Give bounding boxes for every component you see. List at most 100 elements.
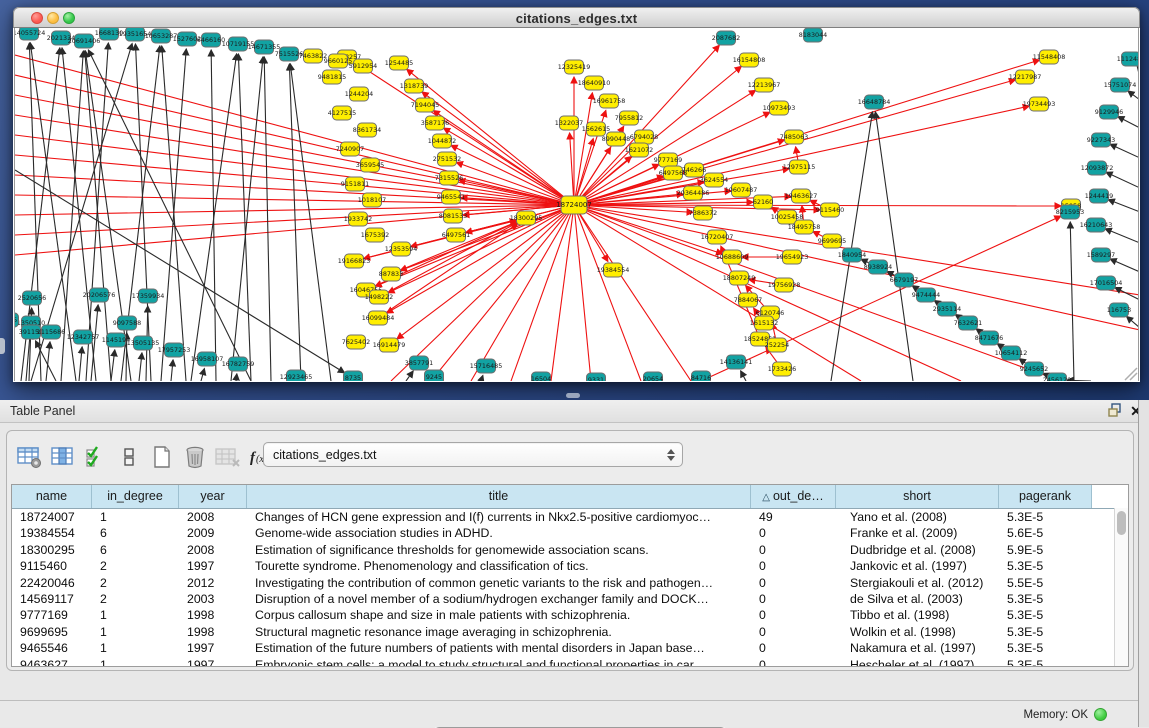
table-cell[interactable]: Embryonic stem cells: a model to study s… <box>247 657 751 667</box>
table-cell[interactable]: Estimation of significance thresholds fo… <box>247 542 751 558</box>
graph-edge[interactable] <box>1118 117 1139 128</box>
graph-node[interactable]: 18724007 <box>556 196 592 214</box>
table-cell[interactable]: 2 <box>92 591 179 607</box>
network-window-titlebar[interactable]: citations_edges.txt <box>13 7 1140 28</box>
table-cell[interactable]: 19384554 <box>12 525 92 541</box>
graph-edge[interactable] <box>397 205 574 339</box>
graph-node[interactable]: 15751074 <box>1104 78 1137 92</box>
table-cell[interactable]: 5.3E-5 <box>999 640 1092 656</box>
table-cell[interactable]: 0 <box>751 657 836 667</box>
graph-node[interactable]: 1675392 <box>361 228 389 242</box>
graph-node[interactable]: 7240907 <box>336 142 364 156</box>
graph-node[interactable]: 9245 <box>425 370 444 381</box>
table-cell[interactable]: Wolkin et al. (1998) <box>836 624 999 640</box>
table-cell[interactable]: 5.3E-5 <box>999 591 1092 607</box>
table-cell[interactable]: 1997 <box>179 640 247 656</box>
table-cell[interactable]: 2009 <box>179 525 247 541</box>
graph-node[interactable]: 9115460 <box>816 203 844 217</box>
graph-node[interactable]: 18640910 <box>578 76 611 90</box>
graph-edge[interactable] <box>1128 91 1139 100</box>
graph-node[interactable]: 7632621 <box>954 316 982 330</box>
float-panel-icon[interactable] <box>1106 403 1124 420</box>
graph-node[interactable]: 16958107 <box>191 352 224 366</box>
graph-node[interactable]: 18807249 <box>723 271 756 285</box>
graph-node[interactable]: 8471676 <box>975 331 1003 345</box>
graph-node[interactable]: 9331 <box>587 373 606 381</box>
select-attributes-button[interactable] <box>81 443 111 473</box>
table-cell[interactable]: Disruption of a novel member of a sodium… <box>247 591 751 607</box>
table-cell[interactable]: 6 <box>92 542 179 558</box>
graph-edge[interactable] <box>201 369 204 381</box>
graph-node[interactable]: 2751532 <box>433 152 461 166</box>
graph-edge[interactable] <box>171 360 173 381</box>
graph-node[interactable]: 2456120 <box>1043 373 1071 381</box>
graph-node[interactable]: 15716485 <box>470 359 503 373</box>
column-header-year[interactable]: year <box>179 485 247 508</box>
table-cell[interactable]: 5.3E-5 <box>999 607 1092 623</box>
table-cell[interactable]: 0 <box>751 607 836 623</box>
graph-node[interactable]: 1621072 <box>625 143 653 157</box>
graph-edge[interactable] <box>741 371 746 381</box>
graph-edge[interactable] <box>1110 259 1139 272</box>
graph-node[interactable]: 9699695 <box>818 234 846 248</box>
graph-edge[interactable] <box>238 54 251 381</box>
graph-node[interactable]: 16504 <box>531 372 551 381</box>
table-cell[interactable]: 1 <box>92 657 179 667</box>
graph-node[interactable]: 9474444 <box>912 288 940 302</box>
graph-node[interactable]: 19756928 <box>768 278 801 292</box>
graph-edge[interactable] <box>1106 172 1139 188</box>
column-visibility-button[interactable] <box>48 443 78 473</box>
graph-edge[interactable] <box>289 64 301 381</box>
table-cell[interactable]: 9699695 <box>12 624 92 640</box>
graph-node[interactable]: 252254 <box>765 338 789 352</box>
table-cell[interactable]: 5.9E-5 <box>999 542 1092 558</box>
table-cell[interactable]: 1997 <box>179 558 247 574</box>
graph-node[interactable]: 12217987 <box>1009 70 1042 84</box>
panel-splitter-handle[interactable] <box>566 393 580 398</box>
table-cell[interactable]: 2012 <box>179 575 247 591</box>
graph-edge[interactable] <box>1127 317 1139 328</box>
graph-edge[interactable] <box>570 133 574 205</box>
table-vertical-scrollbar[interactable] <box>1114 508 1128 666</box>
graph-edge[interactable] <box>191 54 237 381</box>
graph-edge[interactable] <box>1110 144 1139 158</box>
graph-edge[interactable] <box>574 205 591 381</box>
graph-node[interactable]: 7485063 <box>780 130 808 144</box>
table-cell[interactable]: Stergiakouli et al. (2012) <box>836 575 999 591</box>
graph-node[interactable]: 16720407 <box>701 230 734 244</box>
graph-node[interactable]: 62160 <box>753 195 773 209</box>
graph-node[interactable]: 1112484 <box>1117 52 1139 66</box>
table-cell[interactable]: 5.6E-5 <box>999 525 1092 541</box>
table-selector-dropdown[interactable]: citations_edges.txt <box>263 442 683 467</box>
graph-node[interactable]: 3624554 <box>700 173 728 187</box>
graph-edge[interactable] <box>406 371 413 381</box>
table-settings-button[interactable] <box>15 443 45 473</box>
graph-node[interactable]: 1115686 <box>37 325 65 339</box>
table-cell[interactable]: 2 <box>92 558 179 574</box>
table-cell[interactable]: Dudbridge et al. (2008) <box>836 542 999 558</box>
graph-node[interactable]: 8990448 <box>602 132 630 146</box>
graph-node[interactable]: 14136141 <box>720 355 753 369</box>
graph-node[interactable]: 1733426 <box>768 362 796 376</box>
graph-node[interactable]: 19384554 <box>597 263 630 277</box>
table-cell[interactable]: Structural magnetic resonance image aver… <box>247 624 751 640</box>
table-cell[interactable]: 1 <box>92 640 179 656</box>
graph-node[interactable]: 19166823 <box>338 254 371 268</box>
graph-node[interactable]: 11548408 <box>1033 50 1066 64</box>
graph-node[interactable]: 7194045 <box>411 98 439 112</box>
hidden-panel-handle[interactable] <box>0 338 5 354</box>
graph-node[interactable]: 1254485 <box>385 56 413 70</box>
table-cell[interactable]: 2003 <box>179 591 247 607</box>
table-cell[interactable]: 5.5E-5 <box>999 575 1092 591</box>
graph-node[interactable]: 6679197 <box>890 273 918 287</box>
graph-node[interactable]: 1498222 <box>365 290 393 304</box>
graph-edge[interactable] <box>875 112 913 381</box>
graph-node[interactable]: 84716 <box>691 371 711 381</box>
graph-node[interactable]: 6497561 <box>442 228 470 242</box>
graph-node[interactable]: 7955812 <box>615 111 643 125</box>
table-cell[interactable]: Estimation of the future numbers of pati… <box>247 640 751 656</box>
table-cell[interactable]: 1998 <box>179 607 247 623</box>
column-header-short[interactable]: short <box>836 485 999 508</box>
table-cell[interactable]: Investigating the contribution of common… <box>247 575 751 591</box>
table-cell[interactable]: 5.3E-5 <box>999 657 1092 667</box>
